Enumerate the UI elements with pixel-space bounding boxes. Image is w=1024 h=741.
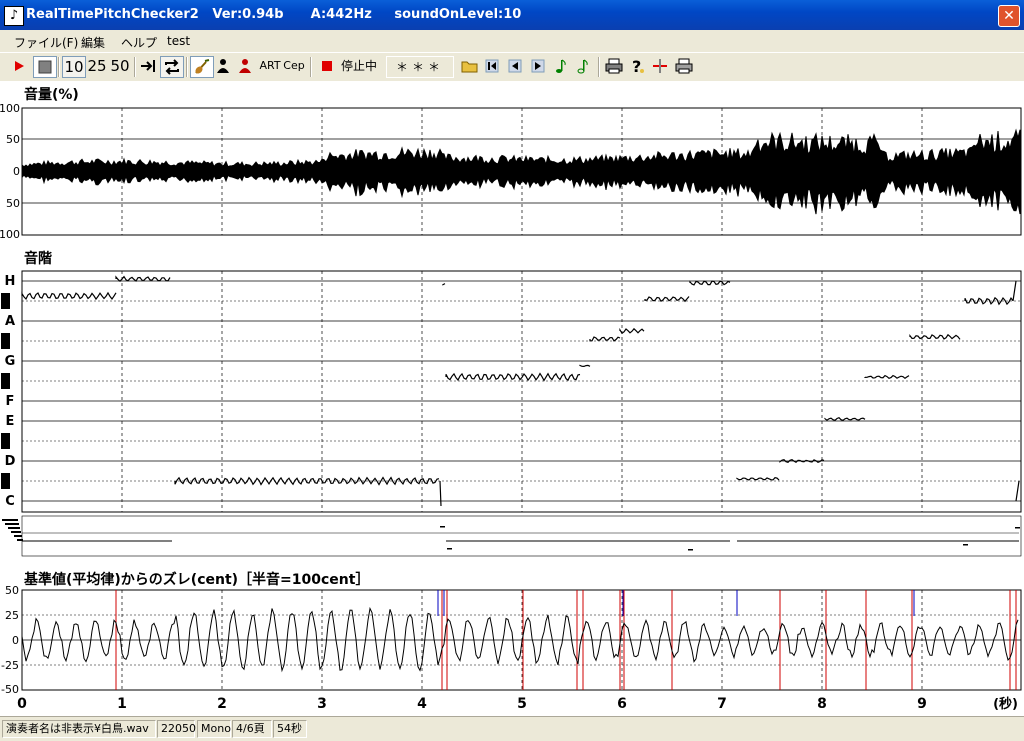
print-setup-button[interactable] — [673, 56, 695, 76]
person-red-icon — [239, 59, 251, 73]
cent-label-minus-25: -25 — [1, 659, 19, 672]
menu-edit[interactable]: 編集 — [81, 34, 105, 51]
note-label-f: F — [6, 394, 15, 409]
status-filename: 演奏者名は非表示¥白鳥.wav — [2, 720, 156, 738]
person-red-button[interactable] — [236, 56, 254, 76]
stop-status-label: 停止中 — [340, 59, 377, 73]
time-tick-6: 6 — [617, 696, 627, 712]
note-label-e: E — [6, 414, 15, 429]
speed-50-button[interactable]: 50 — [109, 56, 131, 76]
close-button[interactable]: ✕ — [998, 5, 1020, 27]
speed-25-button[interactable]: 25 — [86, 56, 108, 76]
step-back-icon — [508, 59, 522, 73]
play-icon — [15, 61, 24, 71]
time-tick-9: 9 — [917, 696, 927, 712]
printer-icon — [605, 58, 623, 74]
cent-label-0: 0 — [12, 634, 19, 647]
play-button[interactable] — [8, 56, 30, 76]
status-channels: Mono — [197, 720, 231, 738]
speed-10-button[interactable]: 10 — [62, 56, 86, 78]
question-icon: ? — [632, 57, 644, 76]
time-tick-7: 7 — [717, 696, 727, 712]
time-tick-8: 8 — [817, 696, 827, 712]
folder-icon — [461, 61, 478, 73]
crosshair-icon — [653, 59, 667, 73]
step-back-button[interactable] — [505, 56, 525, 76]
volume-label-100-top: 100 — [0, 102, 20, 115]
note-label-d: D — [5, 454, 16, 469]
note-label-c: C — [5, 494, 15, 509]
step-forward-icon — [531, 59, 545, 73]
loop-icon — [165, 59, 179, 75]
step-forward-button[interactable] — [528, 56, 548, 76]
skip-start-button[interactable] — [482, 56, 502, 76]
person-icon — [217, 59, 229, 73]
cent-panel: 50 25 0 -25 -50 — [1, 584, 1022, 696]
note-indicator-strip — [2, 515, 1022, 557]
volume-label-50-top: 50 — [6, 133, 20, 146]
note-label-h: H — [5, 274, 16, 289]
time-tick-2: 2 — [217, 696, 227, 712]
print-button[interactable] — [603, 56, 625, 76]
record-stop-icon — [322, 61, 332, 71]
menu-test[interactable]: test — [167, 34, 190, 48]
graph-area: 音量(%) 音階 基準値(平均律)からのズレ(cent)［半音=100cent］… — [0, 81, 1024, 716]
help-button[interactable]: ? — [627, 56, 647, 76]
loop-button[interactable] — [160, 56, 184, 78]
display-field: ＊＊＊ — [386, 56, 454, 78]
art-button[interactable]: ART — [259, 56, 281, 76]
stop-icon — [38, 60, 52, 74]
time-axis: 0 1 2 3 4 5 6 7 8 9 (秒) — [17, 696, 1018, 712]
time-tick-1: 1 — [117, 696, 127, 712]
app-icon: ♪ — [4, 6, 24, 26]
cent-label-25: 25 — [5, 609, 19, 622]
note-label-g: G — [5, 354, 16, 369]
cursor-button[interactable] — [650, 56, 670, 76]
status-bar: 演奏者名は非表示¥白鳥.wav 22050 Mono 4/6頁 54秒 — [0, 716, 1024, 741]
note-green-button[interactable] — [551, 56, 571, 76]
violin-icon — [195, 59, 210, 74]
toolbar: 10 25 50 ART Cep 停止中 ＊＊＊ ? — [0, 52, 1024, 82]
skip-back-icon — [485, 59, 499, 73]
arrow-to-bar-icon — [141, 60, 155, 72]
status-page: 4/6頁 — [232, 720, 272, 738]
scale-panel: H A G F E D C — [1, 270, 1022, 513]
time-axis-unit: (秒) — [993, 696, 1018, 712]
status-sample-rate: 22050 — [157, 720, 196, 738]
time-tick-0: 0 — [17, 696, 27, 712]
menu-help[interactable]: ヘルプ — [121, 34, 157, 51]
note-outline-button[interactable] — [573, 56, 593, 76]
window-title: RealTimePitchChecker2 Ver:0.94b A:442Hz … — [26, 7, 522, 22]
pitch-graph-canvas[interactable]: 100 50 0 50 100 H A G F E D C 50 25 0 -2… — [0, 81, 1024, 716]
person-black-button[interactable] — [214, 56, 232, 76]
time-tick-5: 5 — [517, 696, 527, 712]
printer-setup-icon — [675, 58, 693, 74]
volume-label-100-bottom: 100 — [0, 228, 20, 241]
cent-label-50: 50 — [5, 584, 19, 597]
note-label-a: A — [5, 314, 15, 329]
volume-label-50-bottom: 50 — [6, 197, 20, 210]
menu-bar: ファイル(F) 編集 ヘルプ test — [0, 30, 1024, 52]
cent-label-minus-50: -50 — [1, 683, 19, 696]
music-note-icon — [556, 59, 566, 73]
cep-button[interactable]: Cep — [283, 56, 305, 76]
menu-file[interactable]: ファイル(F) — [14, 34, 78, 51]
volume-label-0: 0 — [13, 165, 20, 178]
music-note-outline-icon — [577, 59, 588, 74]
open-folder-button[interactable] — [459, 56, 481, 76]
stop-button[interactable] — [33, 56, 57, 78]
violin-mode-button[interactable] — [190, 56, 214, 78]
svg-text:?: ? — [632, 57, 641, 76]
jump-end-button[interactable] — [138, 56, 158, 76]
time-tick-4: 4 — [417, 696, 427, 712]
time-tick-3: 3 — [317, 696, 327, 712]
record-stop-button[interactable] — [317, 56, 337, 76]
title-bar: ♪ RealTimePitchChecker2 Ver:0.94b A:442H… — [0, 0, 1024, 30]
volume-panel: 100 50 0 50 100 — [0, 102, 1022, 241]
status-duration: 54秒 — [273, 720, 307, 738]
